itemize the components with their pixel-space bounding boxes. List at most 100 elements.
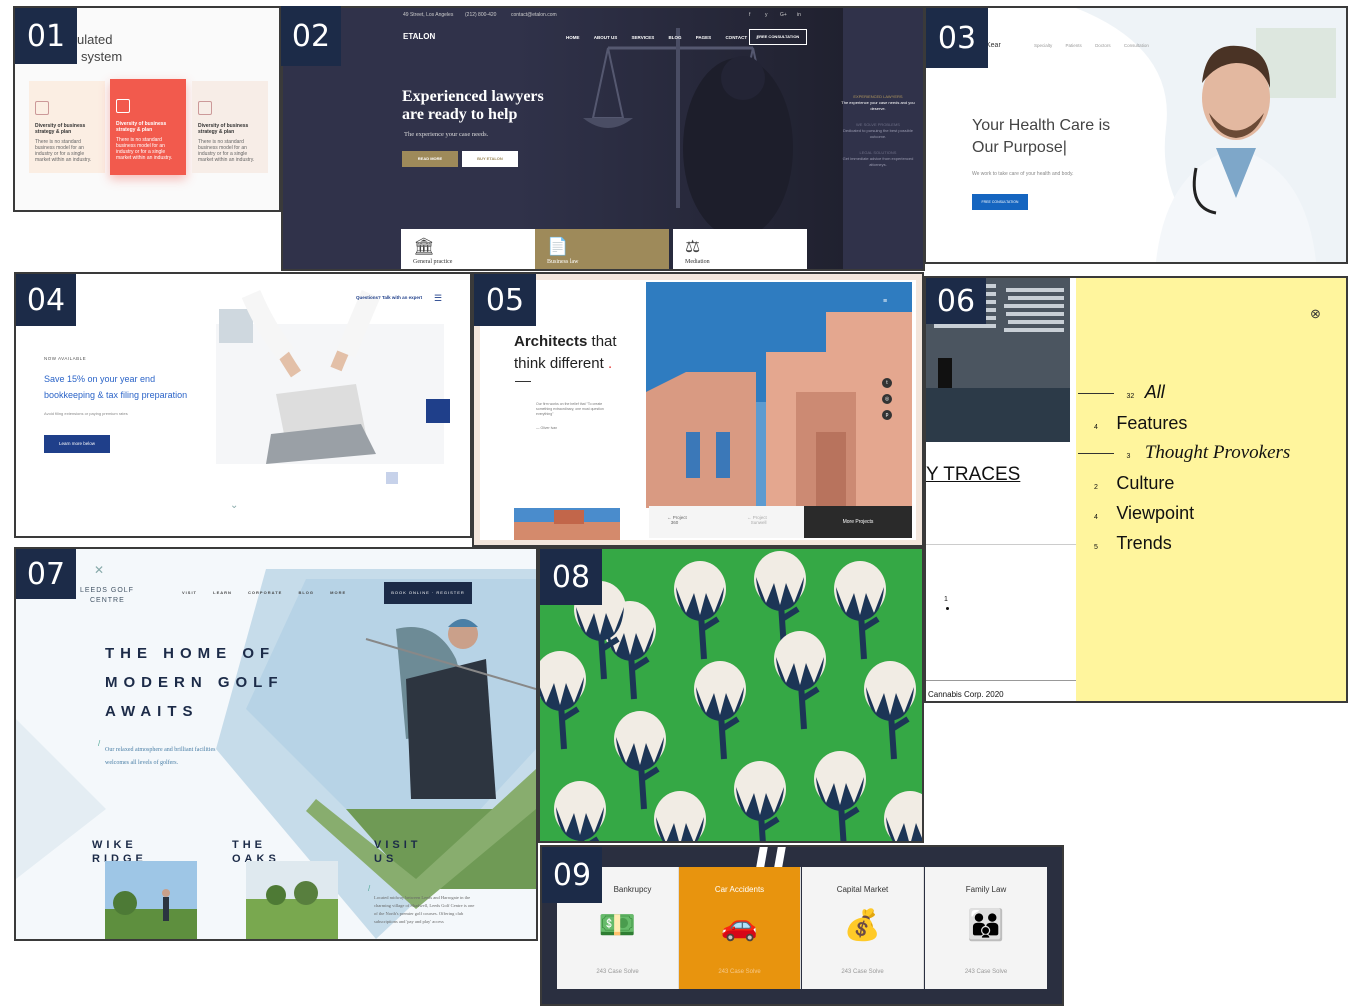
menu-item-features[interactable]: 4 Features	[1094, 413, 1187, 434]
nav-about[interactable]: ABOUT US	[594, 35, 618, 40]
nav-visit[interactable]: VISIT	[182, 590, 197, 595]
slash-accent: /	[368, 884, 371, 893]
tab-general-practice[interactable]: 🏛 General practice	[401, 229, 535, 269]
book-online-button[interactable]: BOOK ONLINE · REGISTER	[384, 582, 472, 604]
project-thumbnail[interactable]	[514, 508, 620, 540]
service-subtitle: 243 Case Solve	[596, 969, 639, 975]
hero-headline-line1: Save 15% on your year end	[44, 374, 156, 384]
talk-expert-link[interactable]: Questions? Talk with an expert	[356, 295, 422, 300]
p03-nav: Specialty Patients Doctors Consultation	[1034, 43, 1149, 48]
learn-more-button[interactable]: Learn more below	[44, 435, 110, 453]
badge-06: 06	[926, 278, 986, 324]
google-plus-icon[interactable]: G+	[780, 12, 787, 18]
hamburger-menu-icon[interactable]: ☰	[434, 293, 442, 304]
col-line1: THE	[232, 839, 266, 851]
cotton-flower	[774, 631, 826, 730]
free-consultation-button[interactable]: FREE CONSULTATION	[972, 194, 1028, 210]
facebook-icon[interactable]: f	[749, 12, 750, 18]
p02-nav: HOME ABOUT US SERVICES BLOG PAGES CONTAC…	[553, 35, 759, 40]
tab-business-law[interactable]: 📄 Business law	[535, 229, 669, 269]
twitter-icon[interactable]: t	[882, 378, 892, 388]
nav-blog[interactable]: BLOG	[298, 590, 314, 595]
menu-item-culture[interactable]: 2 Culture	[1094, 473, 1174, 494]
twitter-icon[interactable]: y	[765, 12, 768, 18]
buy-etalon-button[interactable]: BUY ETALON	[462, 151, 518, 167]
tab-label: General practice	[413, 259, 453, 265]
nav-home[interactable]: HOME	[566, 35, 580, 40]
p01-card[interactable]: Diversity of business strategy & plan Th…	[29, 81, 105, 173]
p01-card-body: There is no standard business model for …	[116, 137, 173, 161]
menu-item-all[interactable]: 32 All	[1078, 382, 1165, 403]
service-card-car-accidents[interactable]: Car Accidents 🚗 243 Case Solve	[679, 867, 801, 989]
money-bag-icon: 💰	[843, 909, 882, 942]
tab-label: Business law	[547, 259, 579, 265]
phone-text: (212) 800-420	[465, 12, 497, 18]
pinterest-icon[interactable]: p	[882, 410, 892, 420]
prev-project-button[interactable]: ← Project 360	[667, 515, 687, 525]
hero-headline-line2: MODERN GOLF	[105, 674, 284, 691]
more-projects-button[interactable]: More Projects	[804, 506, 912, 538]
p01-title-line1: ulated	[77, 32, 113, 47]
instagram-icon[interactable]: in	[797, 12, 801, 18]
hero-subtitle-line1: Our relaxed atmosphere and brilliant fac…	[105, 747, 216, 753]
visit-description: Located midway between Leeds and Harroga…	[374, 895, 475, 924]
car-crash-icon: 🚗	[720, 909, 759, 942]
nav-more[interactable]: MORE	[330, 590, 346, 595]
hero-headline-line2: think different .	[514, 355, 613, 372]
cotton-flower	[554, 781, 606, 841]
nav-contact[interactable]: CONTACT	[725, 35, 747, 40]
eyebrow-text: NOW AVAILABLE	[44, 356, 87, 361]
cotton-flower	[864, 661, 916, 760]
chevron-down-icon[interactable]: ⌄	[230, 500, 238, 511]
panel-02: 49 Street, Los Angeles (212) 800-420 con…	[281, 6, 925, 271]
close-icon[interactable]: ⊗	[1310, 306, 1321, 322]
service-title: Car Accidents	[714, 885, 765, 894]
menu-icon[interactable]: ≡	[883, 298, 887, 305]
p01-card-title: Diversity of business strategy & plan	[198, 123, 249, 135]
nav-pages[interactable]: PAGES	[696, 35, 711, 40]
logo[interactable]: Kear	[986, 42, 1001, 49]
visit-us-heading[interactable]: VISIT US	[374, 838, 422, 866]
next-project-button[interactable]: ← Project Sunwell	[747, 515, 767, 525]
instagram-icon[interactable]: ◎	[882, 394, 892, 404]
badge-03: 03	[926, 8, 988, 68]
menu-item-trends[interactable]: 5 Trends	[1094, 533, 1172, 554]
wike-ridge-photo[interactable]	[105, 861, 197, 939]
nav-services[interactable]: SERVICES	[632, 35, 655, 40]
headline-rest: that	[587, 333, 617, 350]
the-oaks-photo[interactable]	[246, 861, 338, 939]
nav-blog[interactable]: BLOG	[668, 35, 681, 40]
hero-headline-line1: THE HOME OF	[105, 645, 276, 662]
cotton-flower	[540, 651, 586, 750]
service-card-capital-market[interactable]: Capital Market 💰 243 Case Solve	[802, 867, 924, 989]
footer-copyright: Cannabis Corp. 2020	[928, 690, 1004, 699]
menu-item-viewpoint[interactable]: 4 Viewpoint	[1094, 503, 1194, 524]
decor-stripe	[756, 847, 768, 867]
nav-patients[interactable]: Patients	[1066, 43, 1082, 48]
menu-item-thought-provokers[interactable]: 3 Thought Provokers	[1078, 442, 1290, 464]
nav-doctors[interactable]: Doctors	[1095, 43, 1111, 48]
p01-card-active[interactable]: Diversity of business strategy & plan Th…	[110, 79, 186, 175]
nav-consultation[interactable]: Consultation	[1124, 43, 1149, 48]
menu-label: All	[1144, 382, 1165, 402]
nav-specialty[interactable]: Specialty	[1034, 43, 1052, 48]
article-title[interactable]: Y TRACES	[926, 464, 1020, 486]
p01-title-line2: system	[81, 49, 123, 64]
free-consultation-button[interactable]: FREE CONSULTATION	[749, 29, 807, 45]
p01-card[interactable]: Diversity of business strategy & plan Th…	[192, 81, 268, 173]
read-more-button[interactable]: READ MORE	[402, 151, 458, 167]
address-text: 49 Street, Los Angeles	[403, 12, 454, 18]
service-card-family-law[interactable]: Family Law 👪 243 Case Solve	[925, 867, 1047, 989]
panel-01: 01 ulated system Diversity of business s…	[13, 6, 281, 212]
logo-line2[interactable]: CENTRE	[90, 597, 125, 604]
nav-learn[interactable]: LEARN	[213, 590, 232, 595]
logo[interactable]: ETALON	[403, 32, 435, 41]
menu-count: 5	[1094, 544, 1098, 551]
slash-accent: /	[98, 739, 101, 748]
tab-mediation[interactable]: ⚖ Mediation	[673, 229, 807, 269]
col-line1: WIKE	[92, 839, 137, 851]
nav-corporate[interactable]: CORPORATE	[248, 590, 282, 595]
menu-label: Thought Provokers	[1144, 442, 1291, 463]
hero-headline-line2: bookkeeping & tax filing preparation	[44, 390, 188, 400]
logo-line1[interactable]: LEEDS GOLF	[80, 587, 134, 594]
